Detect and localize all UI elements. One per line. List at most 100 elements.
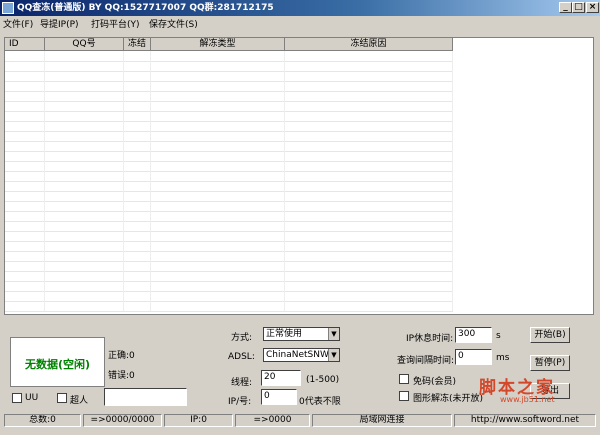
table-cell [5, 61, 45, 71]
results-grid[interactable]: ID QQ号 冻结 解冻类型 冻结原因 [4, 37, 594, 315]
adsl-value: ChinaNetSNWid [266, 350, 337, 360]
col-id[interactable]: ID [5, 38, 45, 51]
table-cell [45, 171, 124, 181]
table-cell [151, 101, 285, 111]
menu-captcha-platform[interactable]: 打码平台(Y) [91, 17, 140, 30]
table-cell [285, 241, 453, 251]
col-qq[interactable]: QQ号 [45, 38, 124, 51]
table-cell [151, 51, 285, 61]
table-cell [45, 221, 124, 231]
table-cell [5, 171, 45, 181]
table-cell [151, 261, 285, 271]
table-cell [45, 231, 124, 241]
uu-checkbox[interactable] [12, 393, 22, 403]
ip-per-qq-input[interactable]: 0 [261, 389, 297, 405]
table-cell [285, 171, 453, 181]
status-bar: 总数:0 =>0000/0000 IP:0 =>0000 局域网连接 http:… [0, 414, 600, 428]
query-interval-label: 查询间隔时间: [397, 356, 455, 366]
table-cell [124, 211, 151, 221]
menu-import-ip[interactable]: 导提IP(P) [40, 17, 79, 30]
table-cell [285, 101, 453, 111]
table-cell [285, 281, 453, 291]
table-cell [285, 251, 453, 261]
threads-label: 线程: [231, 378, 253, 388]
adsl-select[interactable]: ChinaNetSNWid ▼ [263, 348, 340, 362]
table-row[interactable] [5, 301, 453, 312]
table-cell [124, 101, 151, 111]
table-cell [5, 71, 45, 81]
ip-per-qq-label: IP/号: [228, 397, 252, 407]
threads-input[interactable]: 20 [261, 370, 301, 386]
table-cell [151, 131, 285, 141]
table-cell [45, 251, 124, 261]
table-cell [5, 151, 45, 161]
table-cell [124, 271, 151, 281]
table-cell [124, 191, 151, 201]
table-cell [5, 201, 45, 211]
table-cell [124, 171, 151, 181]
table-cell [285, 221, 453, 231]
menu-save-file[interactable]: 保存文件(S) [149, 17, 198, 30]
table-cell [5, 131, 45, 141]
ip-rest-input[interactable]: 300 [455, 327, 492, 343]
table-cell [124, 291, 151, 301]
col-frozen[interactable]: 冻结 [124, 38, 151, 51]
close-button[interactable]: × [586, 2, 599, 13]
table-cell [151, 91, 285, 101]
maximize-button[interactable]: □ [572, 2, 585, 13]
table-cell [151, 281, 285, 291]
table-cell [5, 231, 45, 241]
mode-select[interactable]: 正常使用 ▼ [263, 327, 340, 341]
chevron-down-icon: ▼ [328, 328, 339, 340]
threads-hint: (1-500) [306, 375, 340, 385]
table-cell [124, 231, 151, 241]
image-unfreeze-checkbox[interactable] [399, 391, 409, 401]
table-cell [124, 81, 151, 91]
table-cell [45, 61, 124, 71]
grid-body [5, 51, 593, 314]
pause-button[interactable]: 暂停(P) [530, 355, 570, 371]
table-cell [124, 91, 151, 101]
table-cell [45, 281, 124, 291]
table-cell [151, 151, 285, 161]
table-cell [124, 201, 151, 211]
table-cell [45, 201, 124, 211]
col-freeze-reason[interactable]: 冻结原因 [285, 38, 453, 51]
table-cell [45, 151, 124, 161]
table-cell [285, 91, 453, 101]
table-cell [151, 301, 285, 311]
chaoren-checkbox[interactable] [57, 393, 67, 403]
table-cell [151, 291, 285, 301]
adsl-label: ADSL: [228, 352, 255, 362]
table-cell [5, 51, 45, 61]
table-cell [285, 211, 453, 221]
menu-file[interactable]: 文件(F) [3, 17, 33, 30]
start-button[interactable]: 开始(B) [530, 327, 570, 343]
query-interval-unit: ms [496, 353, 510, 363]
table-cell [45, 131, 124, 141]
table-cell [124, 61, 151, 71]
table-cell [5, 191, 45, 201]
status-panel: 无数据(空闲) [10, 337, 105, 387]
table-cell [124, 141, 151, 151]
captcha-account-input[interactable] [104, 388, 187, 406]
table-cell [45, 301, 124, 311]
table-cell [5, 211, 45, 221]
table-cell [45, 111, 124, 121]
uu-label: UU [25, 393, 39, 403]
col-unfreeze-type[interactable]: 解冻类型 [151, 38, 285, 51]
table-cell [45, 211, 124, 221]
free-code-checkbox[interactable] [399, 374, 409, 384]
table-cell [45, 101, 124, 111]
table-cell [124, 51, 151, 61]
table-cell [124, 221, 151, 231]
image-unfreeze-label: 图形解冻(未开放) [413, 394, 484, 404]
table-cell [151, 241, 285, 251]
query-interval-input[interactable]: 0 [455, 349, 492, 365]
table-cell [151, 251, 285, 261]
table-cell [285, 201, 453, 211]
table-cell [151, 71, 285, 81]
table-cell [151, 171, 285, 181]
minimize-button[interactable]: _ [559, 2, 572, 13]
statusbar-ip: IP:0 [164, 414, 233, 427]
